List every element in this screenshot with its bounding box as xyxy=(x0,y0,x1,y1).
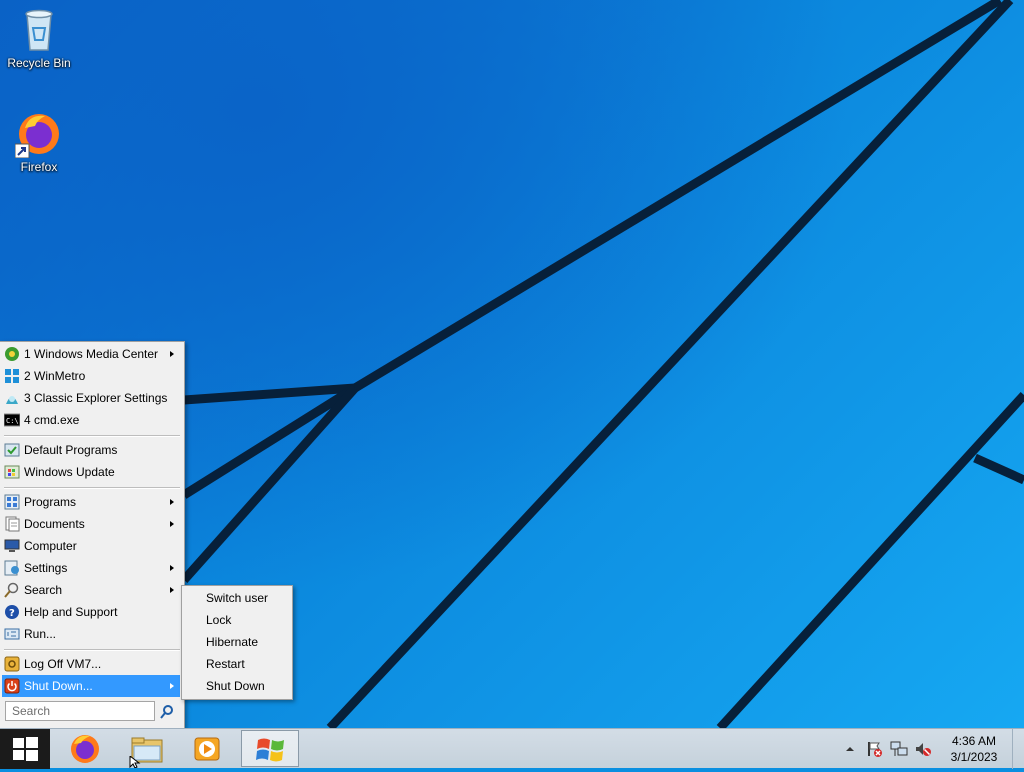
menu-item-search[interactable]: Search xyxy=(2,579,180,601)
menu-item-label: Log Off VM7... xyxy=(24,657,102,671)
menu-item-programs[interactable]: Programs xyxy=(2,491,180,513)
windows-flag-icon xyxy=(256,738,284,762)
submenu-arrow-icon xyxy=(170,499,174,505)
menu-item-label: 1 Windows Media Center xyxy=(24,347,159,361)
default-programs-icon xyxy=(4,442,20,458)
clock[interactable]: 4:36 AM 3/1/2023 xyxy=(941,733,1007,765)
submenu-arrow-icon xyxy=(170,521,174,527)
svg-text:?: ? xyxy=(9,608,15,619)
submenu-item-restart[interactable]: Restart xyxy=(206,653,245,675)
menu-item-winmetro[interactable]: 2 WinMetro xyxy=(2,365,180,387)
submenu-item-lock[interactable]: Lock xyxy=(206,609,231,631)
desktop-icon-firefox[interactable]: Firefox xyxy=(1,110,77,174)
submenu-arrow-icon xyxy=(170,351,174,357)
menu-item-windows-media-center[interactable]: 1 Windows Media Center xyxy=(2,343,180,365)
menu-item-help-and-support[interactable]: ? Help and Support xyxy=(2,601,180,623)
menu-item-run[interactable]: Run... xyxy=(2,623,180,645)
volume-tray[interactable] xyxy=(914,740,932,758)
menu-item-label: Windows Update xyxy=(24,465,115,479)
firefox-icon xyxy=(71,735,99,763)
menu-item-label: Run... xyxy=(24,627,57,641)
classic-explorer-icon xyxy=(4,390,20,406)
media-player-icon xyxy=(194,737,220,761)
logoff-icon xyxy=(4,656,20,672)
start-search-input[interactable] xyxy=(5,701,155,721)
clock-date: 3/1/2023 xyxy=(950,750,998,764)
submenu-item-switch-user[interactable]: Switch user xyxy=(206,587,268,609)
desktop-icon-label: Firefox xyxy=(20,160,58,174)
menu-item-label: Settings xyxy=(24,561,68,575)
menu-item-label: Help and Support xyxy=(24,605,118,619)
show-desktop-button[interactable] xyxy=(1012,729,1024,769)
menu-separator xyxy=(4,435,180,437)
network-icon xyxy=(890,741,908,756)
programs-icon xyxy=(4,494,20,510)
submenu-item-hibernate[interactable]: Hibernate xyxy=(206,631,258,653)
speaker-muted-icon xyxy=(916,743,931,756)
documents-icon xyxy=(4,516,20,532)
submenu-arrow-icon xyxy=(170,587,174,593)
menu-item-documents[interactable]: Documents xyxy=(2,513,180,535)
windows-media-center-icon xyxy=(4,346,20,362)
menu-item-label: 3 Classic Explorer Settings xyxy=(24,391,168,405)
menu-item-computer[interactable]: Computer xyxy=(2,535,180,557)
mouse-cursor-icon xyxy=(129,756,141,768)
windows-update-icon xyxy=(4,464,20,480)
windows-logo-icon xyxy=(13,737,38,761)
settings-icon xyxy=(4,560,20,576)
menu-item-windows-update[interactable]: Windows Update xyxy=(2,461,180,483)
svg-text:C:\: C:\ xyxy=(6,417,19,425)
file-explorer-icon xyxy=(131,737,163,763)
computer-icon xyxy=(4,538,20,554)
menu-separator xyxy=(4,487,180,489)
taskbar-button-file-explorer[interactable] xyxy=(118,730,176,767)
action-center-tray[interactable] xyxy=(866,740,884,758)
taskbar-button-firefox[interactable] xyxy=(56,730,114,767)
menu-item-label: Documents xyxy=(24,517,85,531)
menu-item-label: Computer xyxy=(24,539,77,553)
submenu-arrow-icon xyxy=(170,683,174,689)
menu-item-classic-explorer-settings[interactable]: 3 Classic Explorer Settings xyxy=(2,387,180,409)
network-tray[interactable] xyxy=(890,740,908,758)
recycle-bin-icon xyxy=(15,6,63,54)
menu-item-label: 4 cmd.exe xyxy=(24,413,80,427)
menu-item-log-off[interactable]: Log Off VM7... xyxy=(2,653,180,675)
menu-item-label: 2 WinMetro xyxy=(24,369,86,383)
taskbar-button-windows[interactable] xyxy=(241,730,299,767)
run-icon xyxy=(4,626,20,642)
help-icon: ? xyxy=(4,604,20,620)
menu-item-default-programs[interactable]: Default Programs xyxy=(2,439,180,461)
menu-item-shut-down[interactable]: Shut Down... xyxy=(2,675,180,697)
menu-item-cmd[interactable]: C:\ 4 cmd.exe xyxy=(2,409,180,431)
magnifier-icon xyxy=(160,705,173,719)
taskbar: 4:36 AM 3/1/2023 xyxy=(0,728,1024,769)
taskbar-button-media-player[interactable] xyxy=(178,730,236,767)
shutdown-icon xyxy=(4,678,20,694)
show-hidden-icons-button[interactable] xyxy=(843,743,857,755)
winmetro-icon xyxy=(4,368,20,384)
start-button[interactable] xyxy=(0,729,50,769)
submenu-arrow-icon xyxy=(170,565,174,571)
menu-item-settings[interactable]: Settings xyxy=(2,557,180,579)
desktop-icon-recycle-bin[interactable]: Recycle Bin xyxy=(1,6,77,70)
search-icon xyxy=(4,582,20,598)
clock-time: 4:36 AM xyxy=(951,734,997,748)
menu-item-label: Programs xyxy=(24,495,77,509)
desktop-icon-label: Recycle Bin xyxy=(7,56,71,70)
search-button[interactable] xyxy=(158,703,176,721)
submenu-item-shut-down[interactable]: Shut Down xyxy=(206,675,265,697)
flag-alert-icon xyxy=(868,742,882,757)
menu-item-label: Default Programs xyxy=(24,443,118,457)
cmd-icon: C:\ xyxy=(3,412,21,428)
shutdown-submenu: Switch user Lock Hibernate Restart Shut … xyxy=(181,585,293,700)
menu-separator xyxy=(4,649,180,651)
menu-item-label: Shut Down... xyxy=(24,679,93,693)
menu-item-label: Search xyxy=(24,583,63,597)
firefox-icon xyxy=(14,110,63,159)
chevron-up-icon xyxy=(846,747,854,751)
start-menu: 1 Windows Media Center 2 WinMetro 3 Clas… xyxy=(0,341,185,729)
